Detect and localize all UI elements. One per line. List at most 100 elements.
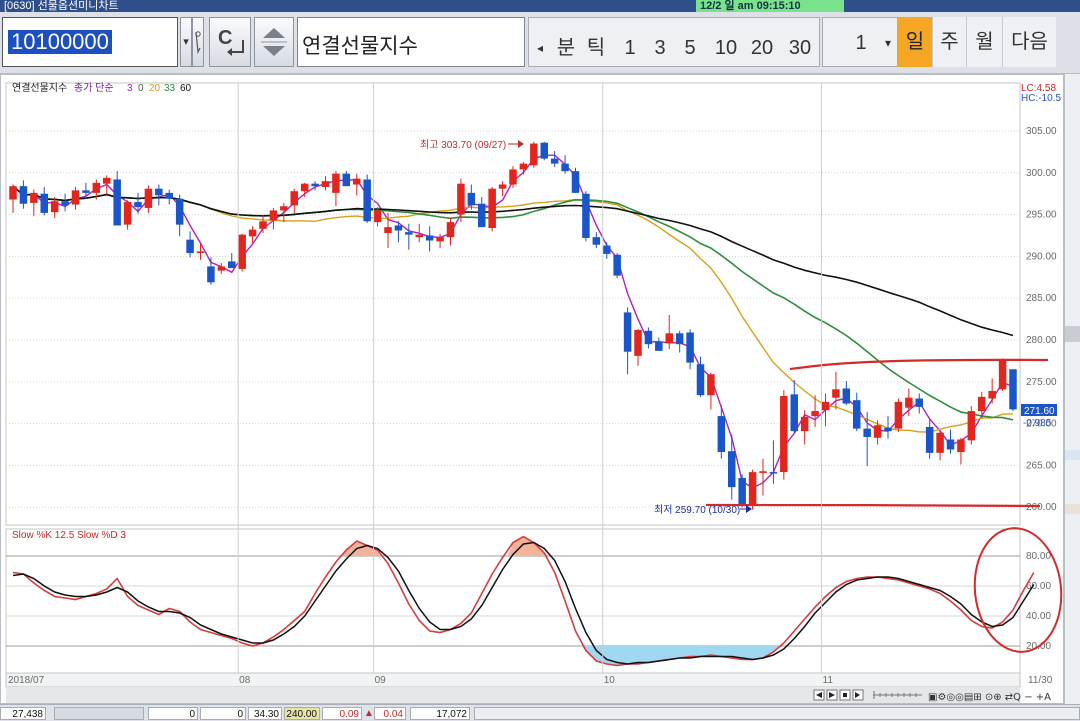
candle-up (196, 251, 205, 254)
candle-down (1009, 369, 1017, 410)
candle-down (405, 232, 413, 235)
candle-down (342, 173, 351, 187)
candle-up (800, 416, 809, 432)
candle-up (144, 188, 153, 208)
x-axis (5, 672, 1021, 688)
candle-up (498, 184, 507, 189)
window-title-bar: [0630] 선물옵션미니차트 12/2 일 am 09:15:10 (0, 0, 1080, 12)
candle-down (675, 333, 684, 345)
candle-up (269, 210, 278, 221)
status-volume: 27,438 (0, 707, 46, 720)
candle-down (571, 171, 580, 193)
code-input[interactable]: 10100000 (2, 17, 178, 67)
candle-down (915, 398, 923, 407)
candle-down (863, 428, 871, 437)
code-search-icon[interactable] (192, 17, 204, 67)
candle-down (728, 451, 736, 488)
x-tick-label: 08 (239, 675, 251, 686)
candle-up (780, 396, 788, 473)
period-20[interactable]: 20 (745, 23, 779, 73)
ma-period-20: 20 (149, 83, 161, 94)
count-dropdown-icon[interactable]: ▾ (879, 18, 897, 68)
side-info-hc: HC:-10.5 (1021, 93, 1061, 104)
candle-down (790, 394, 798, 432)
candle-up (415, 234, 423, 238)
candle-up (446, 222, 455, 238)
window-title: [0630] 선물옵션미니차트 (4, 0, 119, 12)
symbol-name: 연결선물지수 (302, 35, 418, 58)
candle-down (207, 266, 215, 283)
support-mark (705, 503, 1041, 508)
x-tick-label: 09 (375, 675, 387, 686)
period-5[interactable]: 5 (675, 23, 705, 73)
x-tick-label: 11 (823, 675, 834, 686)
link-icon[interactable]: C (209, 17, 251, 67)
candle-up (30, 192, 38, 203)
tab-month[interactable]: 월 (966, 17, 1002, 67)
candle-down (769, 472, 778, 474)
ma-period-0: 0 (138, 83, 144, 94)
tab-week[interactable]: 주 (932, 17, 966, 67)
candle-up (248, 229, 257, 237)
status-scroll-track[interactable] (474, 707, 1080, 720)
tab-next[interactable]: 다음 (1002, 17, 1056, 67)
code-dropdown-arrow-icon[interactable]: ▾ (180, 17, 192, 67)
candle-down (82, 190, 90, 193)
status-field-5: 0.09 (322, 707, 362, 720)
candle-up (748, 472, 757, 505)
stepper-icon[interactable] (254, 17, 294, 67)
status-field-6: 0.04 (374, 707, 406, 720)
status-scrollbar[interactable] (54, 707, 144, 720)
alert-text: 12/2 일 am 09:15:10 (700, 0, 801, 12)
candle-up (123, 202, 132, 225)
chart-svg[interactable]: 305.00 300.00 295.00 290.00 285.00 280.00 275.… (0, 74, 1064, 704)
osc-header: Slow %K 12.5 Slow %D 3 (12, 530, 126, 541)
candle-down (853, 400, 861, 429)
candle-up (530, 143, 538, 166)
period-scroll-icon[interactable]: ◂ (529, 23, 551, 73)
candle-down (467, 192, 476, 206)
candle-down (884, 427, 892, 432)
candle-up (217, 266, 226, 271)
candle-up (821, 401, 830, 411)
candle-down (311, 183, 319, 187)
period-30[interactable]: 30 (783, 23, 817, 73)
candle-down (717, 416, 726, 453)
period-10[interactable]: 10 (709, 23, 743, 73)
candle-down (561, 163, 569, 172)
osc-tick-label: 80.00 (1026, 551, 1051, 562)
candle-up (509, 169, 517, 185)
period-tick[interactable]: 틱 (581, 23, 611, 73)
candle-down (644, 330, 653, 345)
candle-up (300, 183, 309, 192)
price-tick-label: 265.00 (1026, 460, 1057, 471)
price-header-ma-label: 종가 단순 (74, 82, 114, 94)
price-tick-label: 285.00 (1026, 293, 1057, 304)
candle-up (321, 181, 330, 188)
price-tick-label: 290.00 (1026, 251, 1057, 262)
candle-up (832, 389, 840, 398)
candle-down (228, 261, 236, 269)
candle-down (696, 364, 705, 396)
candle-up (488, 188, 496, 228)
chart-tool-icons[interactable]: ▣⚙◎◎▤⊞ ⊙⊕ ⇄Q − +A (928, 692, 1051, 703)
candle-up (905, 397, 913, 408)
count-box[interactable]: 1 ▾ (822, 17, 898, 67)
candle-down (925, 426, 934, 453)
tab-day[interactable]: 일 (898, 17, 932, 67)
candle-up (957, 439, 965, 453)
x-tick-label: 11/30 (1028, 675, 1053, 686)
x-tick-label: 10 (604, 675, 616, 686)
candle-down (623, 312, 632, 352)
symbol-name-field[interactable]: 연결선물지수 (297, 17, 525, 67)
status-bar: 27,438 0 0 34.30 240.00 0.09 ▲ 0.04 17,0… (0, 704, 1080, 721)
status-up-icon: ▲ (364, 708, 374, 719)
svg-text:C: C (218, 27, 232, 49)
period-3[interactable]: 3 (645, 23, 675, 73)
period-minute[interactable]: 분 (551, 23, 581, 73)
period-1[interactable]: 1 (615, 23, 645, 73)
price-header-symbol: 연결선물지수 (12, 82, 67, 94)
status-field-2: 0 (200, 707, 246, 720)
last-change: -0.985 (1023, 418, 1052, 429)
status-field-3: 34.30 (248, 707, 282, 720)
